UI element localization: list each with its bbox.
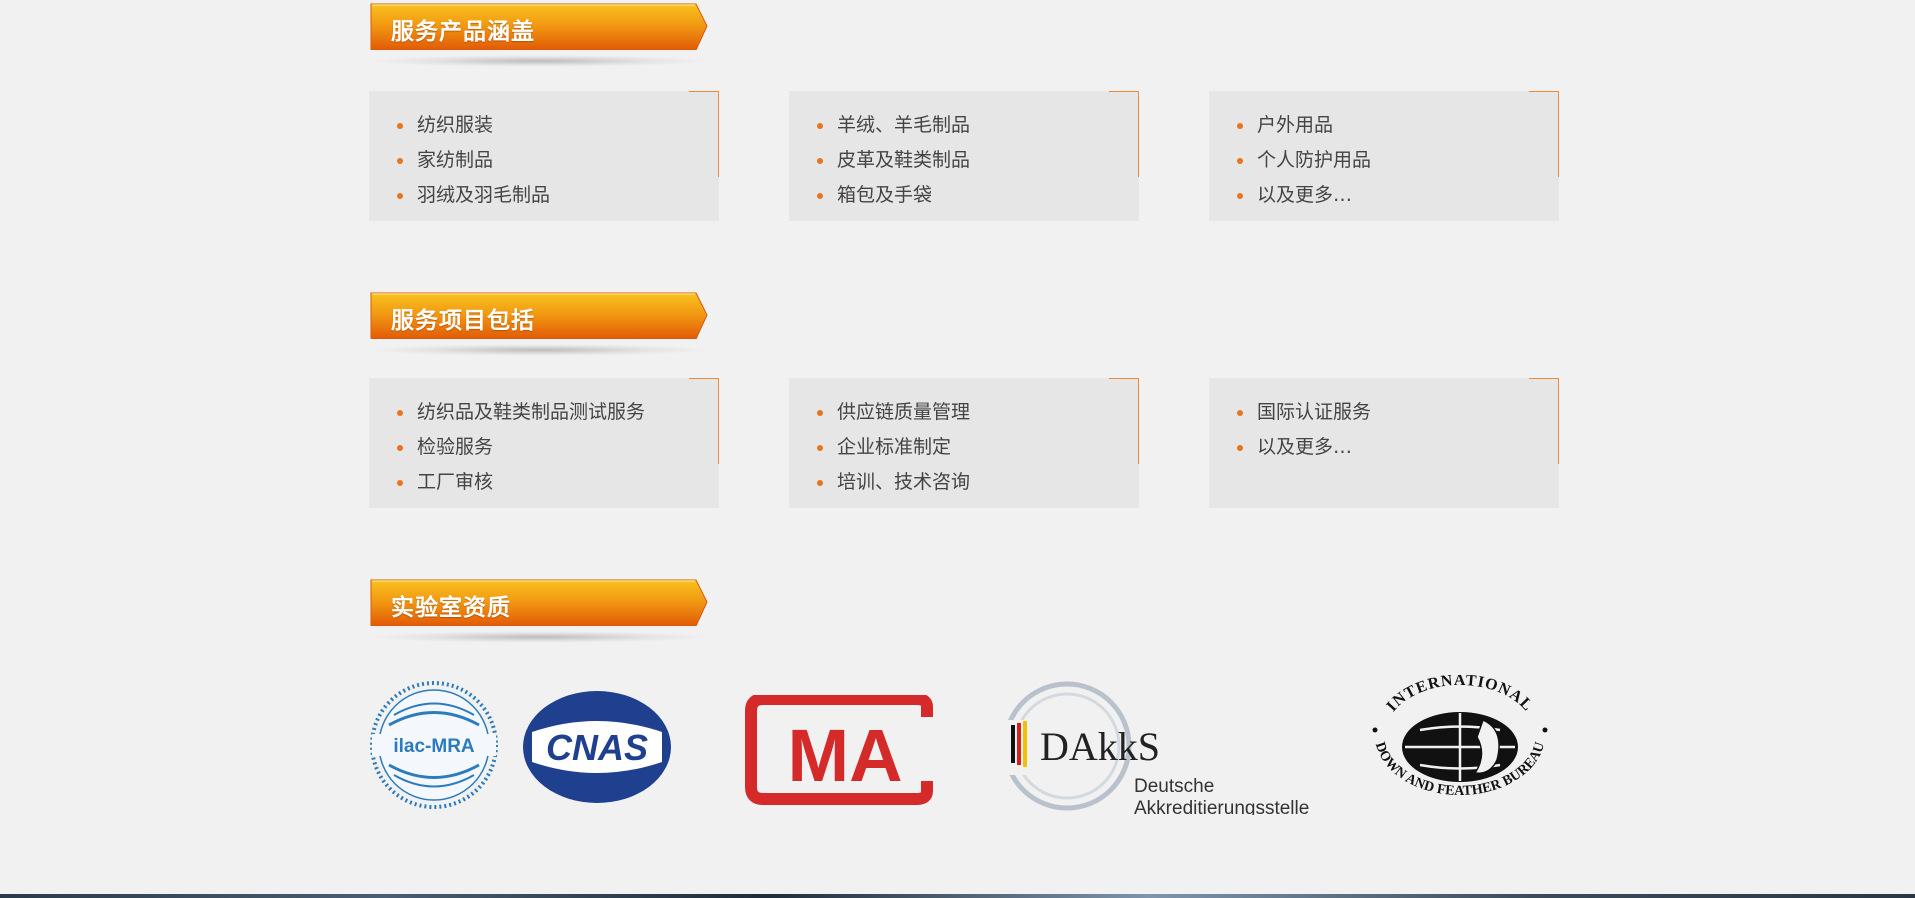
title-shadow: [369, 55, 709, 67]
bullet-icon: [817, 193, 823, 199]
card-corner-accent: [689, 378, 719, 464]
list-item-text: 培训、技术咨询: [837, 471, 971, 493]
card-list: 国际认证服务 以及更多…: [1237, 395, 1371, 465]
cnas-logo: CNAS: [523, 691, 671, 803]
svg-text:Deutsche: Deutsche: [1134, 776, 1214, 797]
section-title: 服务产品涵盖: [391, 19, 535, 45]
section-lab-qualifications: 实验室资质: [369, 576, 1559, 643]
card-list: 纺织品及鞋类制品测试服务 检验服务 工厂审核: [397, 395, 645, 500]
list-item: 国际认证服务: [1237, 395, 1371, 430]
list-item: 户外用品: [1237, 108, 1371, 143]
list-item: 以及更多…: [1237, 178, 1371, 213]
svg-text:CNAS: CNAS: [546, 727, 648, 768]
list-item-text: 箱包及手袋: [837, 184, 933, 206]
section-product-coverage: 服务产品涵盖 纺织服装 家纺制品 羽绒及羽毛制品 羊绒、羊毛制品 皮革及鞋类制品…: [369, 0, 1559, 221]
section-title-banner: 实验室资质: [369, 576, 709, 643]
bullet-icon: [397, 410, 403, 416]
svg-text:MA: MA: [787, 714, 902, 797]
bullet-icon: [1237, 193, 1243, 199]
bullet-icon: [817, 158, 823, 164]
cma-logo: MA: [745, 695, 933, 805]
card-corner-accent: [1529, 91, 1559, 177]
list-item: 羊绒、羊毛制品: [817, 108, 970, 143]
idfb-logo: INTERNATIONAL DOWN AND FEATHER BUREAU: [1372, 675, 1548, 799]
list-item-text: 企业标准制定: [837, 436, 952, 458]
bullet-icon: [397, 193, 403, 199]
bullet-icon: [1237, 123, 1243, 129]
list-item: 供应链质量管理: [817, 395, 970, 430]
bullet-icon: [397, 480, 403, 486]
ilac-mra-logo: ilac-MRA: [370, 681, 498, 809]
bullet-icon: [817, 480, 823, 486]
svg-text:INTERNATIONAL: INTERNATIONAL: [1383, 675, 1536, 715]
bullet-icon: [397, 158, 403, 164]
list-item: 检验服务: [397, 430, 645, 465]
svg-text:ilac-MRA: ilac-MRA: [393, 736, 475, 757]
section-title: 实验室资质: [391, 595, 511, 621]
bullet-icon: [817, 123, 823, 129]
bullet-icon: [1237, 410, 1243, 416]
list-item: 工厂审核: [397, 465, 645, 500]
list-item: 个人防护用品: [1237, 143, 1371, 178]
bullet-icon: [817, 410, 823, 416]
card-corner-accent: [1529, 378, 1559, 464]
bullet-icon: [1237, 158, 1243, 164]
card-list: 纺织服装 家纺制品 羽绒及羽毛制品: [397, 108, 550, 213]
section-title-banner: 服务产品涵盖: [369, 0, 709, 67]
info-card: 户外用品 个人防护用品 以及更多…: [1209, 91, 1559, 221]
list-item-text: 皮革及鞋类制品: [837, 149, 971, 171]
bullet-icon: [397, 445, 403, 451]
bullet-icon: [397, 123, 403, 129]
list-item: 羽绒及羽毛制品: [397, 178, 550, 213]
bullet-icon: [1237, 445, 1243, 451]
svg-text:Akkreditierungsstelle: Akkreditierungsstelle: [1134, 798, 1309, 815]
card-list: 羊绒、羊毛制品 皮革及鞋类制品 箱包及手袋: [817, 108, 970, 213]
list-item-text: 国际认证服务: [1257, 401, 1372, 423]
section-title: 服务项目包括: [391, 308, 535, 334]
list-item: 企业标准制定: [817, 430, 970, 465]
list-item: 家纺制品: [397, 143, 550, 178]
card-corner-accent: [1109, 91, 1139, 177]
list-item-text: 家纺制品: [417, 149, 494, 171]
list-item-text: 个人防护用品: [1257, 149, 1372, 171]
list-item-text: 以及更多…: [1257, 436, 1353, 458]
list-item-text: 工厂审核: [417, 471, 494, 493]
list-item-text: 纺织服装: [417, 114, 494, 136]
list-item-text: 户外用品: [1257, 114, 1334, 136]
info-card: 纺织服装 家纺制品 羽绒及羽毛制品: [369, 91, 719, 221]
list-item: 纺织服装: [397, 108, 550, 143]
accreditation-logos: ilac-MRA CNAS MA DAkkS Deutsche Akkredit…: [369, 675, 1559, 825]
list-item: 纺织品及鞋类制品测试服务: [397, 395, 645, 430]
section-service-items: 服务项目包括 纺织品及鞋类制品测试服务 检验服务 工厂审核 供应链质量管理 企业…: [369, 289, 1559, 508]
card-list: 户外用品 个人防护用品 以及更多…: [1237, 108, 1371, 213]
list-item-text: 羽绒及羽毛制品: [417, 184, 551, 206]
list-item: 箱包及手袋: [817, 178, 970, 213]
list-item: 培训、技术咨询: [817, 465, 970, 500]
list-item-text: 纺织品及鞋类制品测试服务: [417, 401, 646, 423]
list-item-text: 供应链质量管理: [837, 401, 971, 423]
list-item-text: 检验服务: [417, 436, 494, 458]
info-card: 供应链质量管理 企业标准制定 培训、技术咨询: [789, 378, 1139, 508]
dakks-logo: DAkkS Deutsche Akkreditierungsstelle: [1002, 681, 1309, 815]
info-card: 国际认证服务 以及更多…: [1209, 378, 1559, 508]
card-corner-accent: [1109, 378, 1139, 464]
card-row: 纺织品及鞋类制品测试服务 检验服务 工厂审核 供应链质量管理 企业标准制定 培训…: [369, 378, 1559, 508]
svg-text:DAkkS: DAkkS: [1040, 724, 1160, 769]
card-corner-accent: [689, 91, 719, 177]
card-row: 纺织服装 家纺制品 羽绒及羽毛制品 羊绒、羊毛制品 皮革及鞋类制品 箱包及手袋 …: [369, 91, 1559, 221]
title-shadow: [369, 344, 709, 356]
list-item-text: 以及更多…: [1257, 184, 1353, 206]
list-item-text: 羊绒、羊毛制品: [837, 114, 971, 136]
info-card: 羊绒、羊毛制品 皮革及鞋类制品 箱包及手袋: [789, 91, 1139, 221]
section-title-banner: 服务项目包括: [369, 289, 709, 356]
title-shadow: [369, 631, 709, 643]
bullet-icon: [817, 445, 823, 451]
list-item: 以及更多…: [1237, 430, 1371, 465]
footer-image-strip: [0, 894, 1915, 898]
card-list: 供应链质量管理 企业标准制定 培训、技术咨询: [817, 395, 970, 500]
list-item: 皮革及鞋类制品: [817, 143, 970, 178]
info-card: 纺织品及鞋类制品测试服务 检验服务 工厂审核: [369, 378, 719, 508]
